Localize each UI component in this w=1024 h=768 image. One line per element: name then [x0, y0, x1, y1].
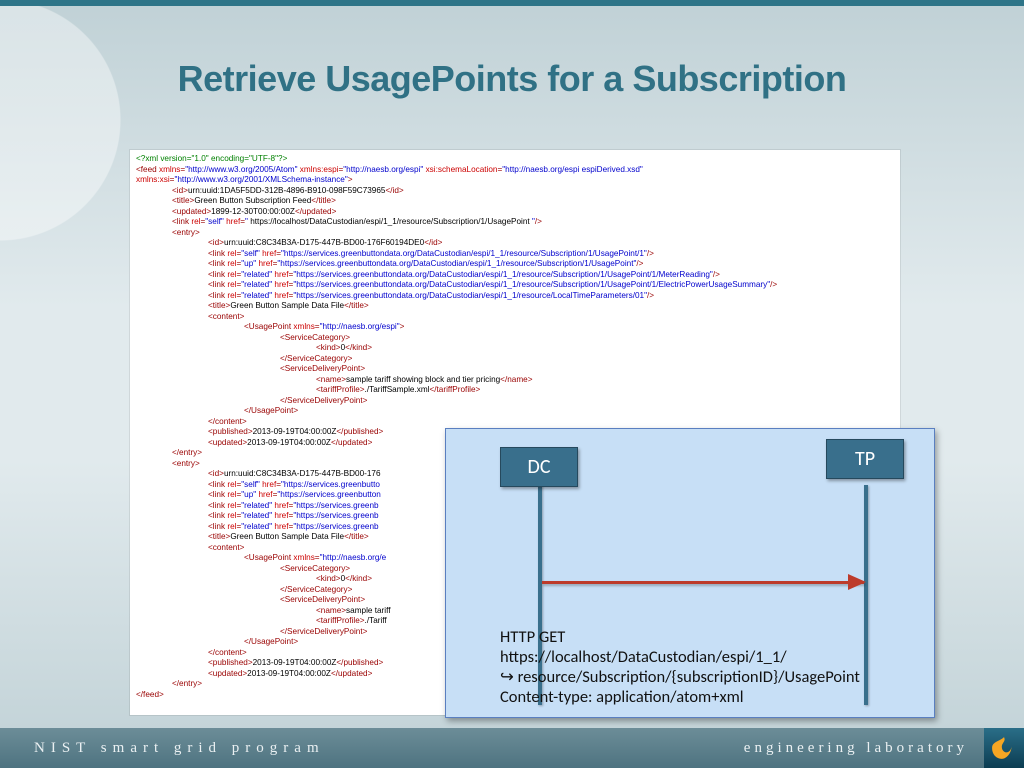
page-title: Retrieve UsagePoints for a Subscription [0, 20, 1024, 114]
actor-tp-label: TP [855, 447, 875, 471]
footer-right: engineering laboratory [510, 728, 984, 768]
actor-dc-label: DC [528, 455, 551, 479]
footer-left: NIST smart grid program [0, 728, 510, 768]
actor-dc: DC [500, 447, 578, 487]
caption-content-type: Content-type: application/atom+xml [500, 687, 912, 707]
request-arrow [542, 581, 864, 584]
xml-declaration: <?xml version="1.0" encoding="UTF-8"?> [136, 154, 287, 163]
request-caption: HTTP GET https://localhost/DataCustodian… [500, 627, 912, 707]
caption-url-2: resource/Subscription/{subscriptionID}/U… [518, 667, 860, 687]
flame-icon [991, 735, 1017, 761]
caption-method: HTTP GET [500, 627, 912, 647]
actor-tp: TP [826, 439, 904, 479]
caption-url-1: https://localhost/DataCustodian/espi/1_1… [500, 647, 912, 667]
sequence-diagram: DC TP HTTP GET https://localhost/DataCus… [445, 428, 935, 718]
footer-logo [984, 728, 1024, 768]
top-accent-bar [0, 0, 1024, 6]
slide: Retrieve UsagePoints for a Subscription … [0, 20, 1024, 728]
footer: NIST smart grid program engineering labo… [0, 728, 1024, 768]
